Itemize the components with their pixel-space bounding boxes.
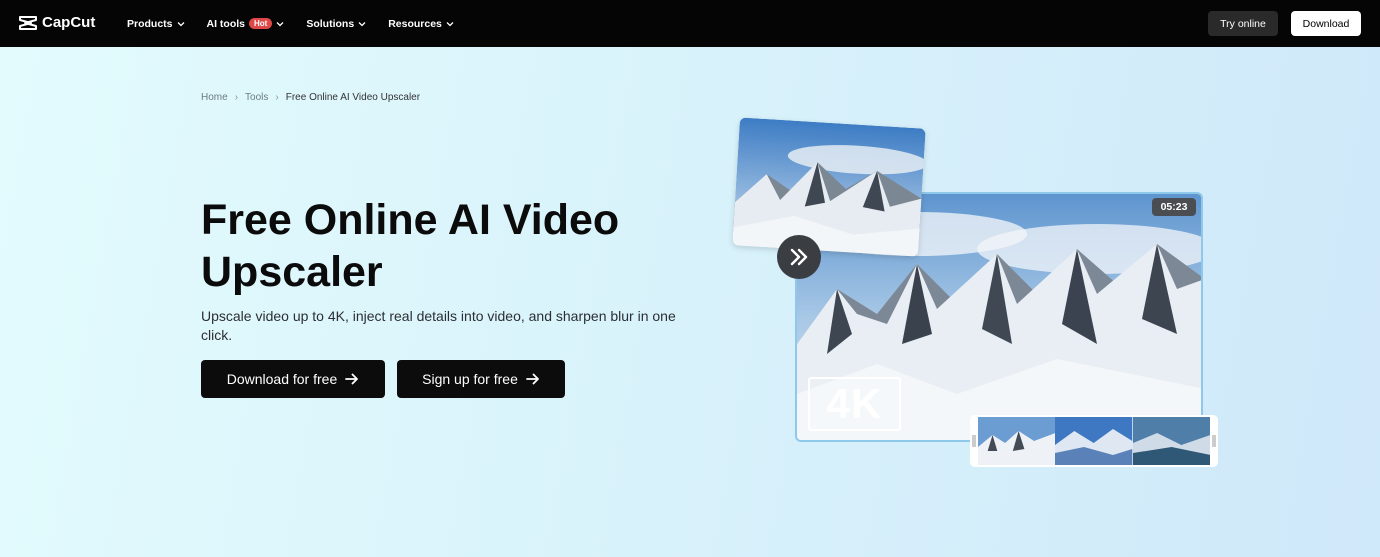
download-for-free-button[interactable]: Download for free <box>201 360 385 398</box>
nav-ai-tools[interactable]: AI tools Hot <box>207 18 285 30</box>
capcut-logo[interactable]: CapCut <box>18 14 95 31</box>
page-title: Free Online AI Video Upscaler <box>201 194 681 298</box>
video-duration: 05:23 <box>1152 198 1196 216</box>
timeline-handle-right[interactable] <box>1212 435 1216 447</box>
top-nav: CapCut Products AI tools Hot Solutions R… <box>0 0 1380 47</box>
timeline-thumbnail <box>978 417 1056 465</box>
download-for-free-label: Download for free <box>226 371 338 387</box>
hot-badge: Hot <box>249 18 273 29</box>
timeline-thumbnail <box>1132 417 1210 465</box>
sign-up-for-free-button[interactable]: Sign up for free <box>397 360 565 398</box>
try-online-button[interactable]: Try online <box>1208 11 1278 36</box>
nav-solutions-label: Solutions <box>306 17 355 30</box>
double-chevron-right-icon <box>777 235 821 279</box>
breadcrumb-home[interactable]: Home <box>201 92 228 103</box>
nav-menu: Products AI tools Hot Solutions Resource… <box>127 0 476 47</box>
nav-ai-tools-label: AI tools <box>206 17 246 30</box>
original-preview-image <box>732 117 926 257</box>
brand-name: CapCut <box>42 14 96 31</box>
nav-solutions[interactable]: Solutions <box>306 18 366 30</box>
chevron-down-icon <box>276 21 284 26</box>
page-subtitle: Upscale video up to 4K, inject real deta… <box>201 308 676 343</box>
download-button[interactable]: Download <box>1291 11 1361 36</box>
nav-products[interactable]: Products <box>127 18 185 30</box>
timeline-strip[interactable] <box>970 415 1218 467</box>
nav-resources[interactable]: Resources <box>388 18 454 30</box>
nav-products-label: Products <box>127 17 173 30</box>
breadcrumb-current: Free Online AI Video Upscaler <box>285 92 421 103</box>
chevron-down-icon <box>177 21 184 26</box>
chevron-down-icon <box>446 21 454 26</box>
breadcrumb-tools[interactable]: Tools <box>245 92 268 103</box>
nav-resources-label: Resources <box>388 17 442 30</box>
resolution-badge: 4K <box>808 377 901 431</box>
chevron-right-icon: › <box>234 92 239 103</box>
arrow-right-icon <box>345 373 359 385</box>
capcut-logo-icon <box>19 15 37 30</box>
hero-section: Home › Tools › Free Online AI Video Upsc… <box>0 47 1380 557</box>
mountain-image-small <box>732 117 926 257</box>
sign-up-for-free-label: Sign up for free <box>422 371 518 387</box>
arrow-right-icon <box>525 373 539 385</box>
breadcrumb: Home › Tools › Free Online AI Video Upsc… <box>201 92 420 103</box>
timeline-thumbnail <box>1055 417 1133 465</box>
chevron-down-icon <box>358 21 366 26</box>
timeline-handle-left[interactable] <box>972 435 976 447</box>
chevron-right-icon: › <box>275 92 279 103</box>
page-title-line1: Free Online AI Video <box>201 196 620 244</box>
page-title-line2: Upscaler <box>201 248 383 296</box>
